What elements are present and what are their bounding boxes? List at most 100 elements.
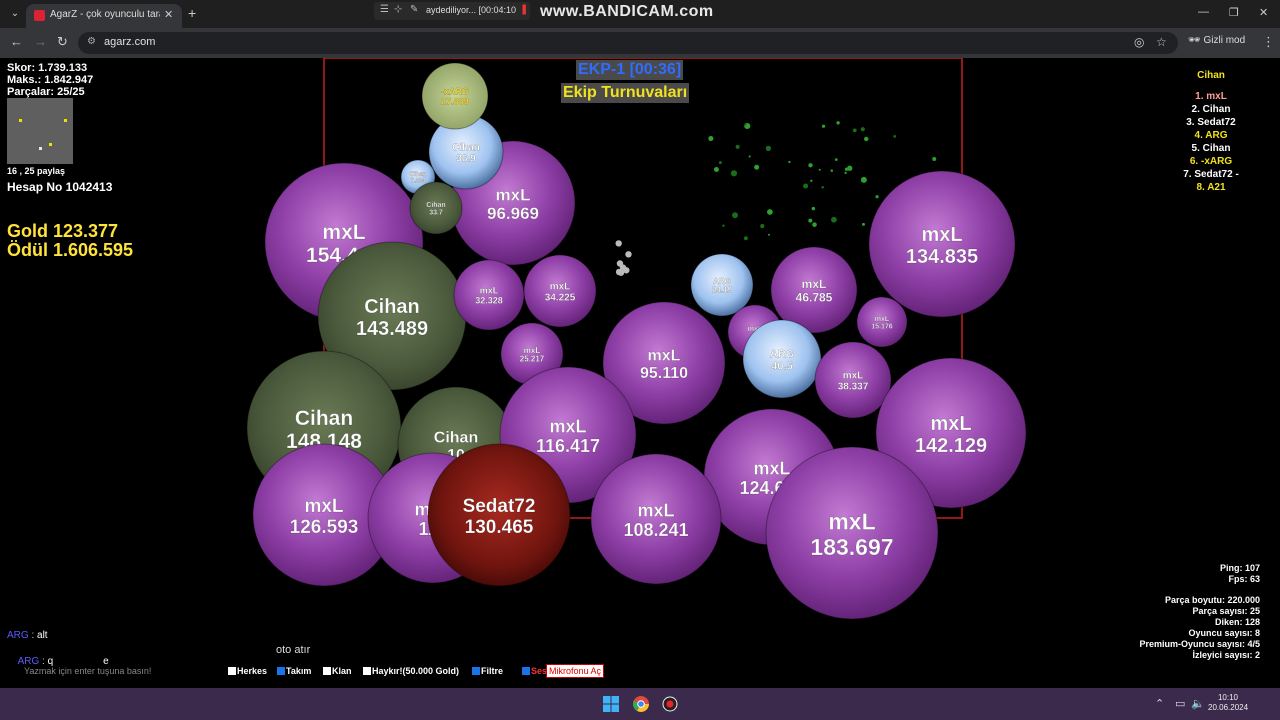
option-takım[interactable]: Takım [277, 666, 311, 676]
minimap[interactable] [7, 98, 73, 164]
recorder-status: aydediliyor... [00:04:10 [426, 5, 517, 15]
leaderboard-row: 1. mxL [1195, 91, 1227, 102]
food-pellet [803, 183, 809, 189]
tray-chevron-icon[interactable]: ⌃ [1155, 697, 1164, 710]
forward-icon[interactable]: → [34, 34, 47, 49]
game-canvas[interactable]: mxL 154.449 Cihan 143.489 mxL 96.969 Cihan 36.9… [0, 58, 1280, 688]
checkbox[interactable] [363, 667, 371, 675]
incognito-badge[interactable]: 🕶 Gizli mod [1188, 35, 1245, 46]
cell-name: mxL [753, 458, 790, 478]
cell-name: mxL [550, 282, 571, 293]
site-info-icon[interactable]: ⚙ [87, 36, 96, 47]
site-favicon-icon [34, 10, 45, 21]
cell-mass: 116.417 [536, 436, 600, 456]
bookmark-star-icon[interactable]: ☆ [1156, 35, 1167, 49]
minimize-icon[interactable]: — [1198, 6, 1209, 18]
browser-menu-icon[interactable]: ⋮ [1262, 34, 1275, 50]
option-klan[interactable]: Klan [323, 666, 352, 676]
reload-icon[interactable]: ↻ [57, 34, 68, 50]
url-text: agarz.com [104, 36, 156, 48]
cell-mass: 27.889 [441, 97, 469, 107]
gold-text: Gold 123.377 [7, 221, 119, 241]
food-pellet [708, 135, 714, 142]
food-pellet [875, 195, 879, 199]
food-pellet [765, 145, 772, 152]
ejected-mass [625, 251, 632, 258]
server-info: Parça boyutu: 220.000 Parça sayısı: 25 D… [1060, 595, 1260, 661]
option-filtre[interactable]: Filtre [472, 666, 503, 676]
food-pellet [744, 123, 747, 126]
restore-icon[interactable]: ❐ [1229, 6, 1239, 19]
checkbox[interactable] [277, 667, 285, 675]
minimap-dot [39, 147, 42, 150]
cell-mass: 126.593 [290, 517, 359, 538]
cell-mass: 130.465 [465, 517, 534, 538]
taskbar: ⌃ ▭ 🔈 10:10 20.06.2024 [0, 688, 1280, 720]
cell-name: Cihan [295, 407, 353, 430]
back-icon[interactable]: ← [10, 34, 23, 49]
bandicam-taskbar-icon[interactable] [662, 696, 678, 712]
cell-name: mxL [480, 286, 499, 296]
new-tab-icon[interactable]: + [188, 5, 196, 21]
close-window-icon[interactable]: ✕ [1259, 6, 1268, 19]
food-pellet [821, 186, 824, 189]
minimap-dot [19, 119, 22, 122]
chat-input[interactable]: Yazmak için enter tuşuna basın! [0, 662, 225, 680]
food-pellet [754, 164, 760, 170]
player-cell: ARG40.5 [742, 319, 822, 399]
eye-off-icon[interactable]: ◎ [1134, 35, 1144, 49]
microphone-button[interactable]: Mikrofonu Aç [546, 664, 605, 678]
food-pellet [847, 165, 853, 171]
option-label: Takım [286, 666, 312, 676]
option-herkes[interactable]: Herkes [228, 666, 267, 676]
cell-name: mxL [304, 496, 343, 517]
network-icon[interactable]: ▭ [1175, 697, 1185, 710]
leaderboard: Cihan 1. mxL 2. Cihan 3. Sedat72 4. ARG 5. C… [1142, 64, 1280, 202]
chrome-icon[interactable] [633, 696, 649, 712]
spikes-text: Diken: 128 [1214, 617, 1260, 627]
url-field[interactable]: ⚙ agarz.com ◎ ☆ [78, 32, 1178, 54]
chat-author: ARG [7, 630, 29, 641]
close-tab-icon[interactable]: ✕ [164, 8, 173, 21]
cell-mass: 108.241 [623, 520, 688, 540]
food-pellet [713, 166, 719, 172]
checkbox[interactable] [522, 667, 530, 675]
auto-fire-text: oto atır [276, 644, 311, 656]
pause-icon[interactable]: ❚ [520, 4, 528, 15]
cell-name: mxL [524, 346, 541, 355]
checkbox[interactable] [323, 667, 331, 675]
option-ses[interactable]: Ses [522, 666, 547, 676]
bandicam-watermark: www.BANDICAM.com [540, 3, 714, 20]
cell-name: mxL [930, 413, 971, 435]
food-pellet [810, 179, 813, 182]
checkbox[interactable] [472, 667, 480, 675]
resize-icon[interactable]: ⊹ [394, 4, 402, 15]
clock[interactable]: 10:10 20.06.2024 [1208, 693, 1248, 713]
cell-name: mxL [648, 348, 681, 365]
player-cell: mxL108.241 [590, 453, 722, 585]
cell-name: mxL [828, 509, 875, 535]
parts-text: Parçalar: 25/25 [7, 86, 85, 98]
option-haykır-50-000-gold[interactable]: Haykır!(50.000 Gold) [363, 666, 459, 676]
browser-tab[interactable]: AgarZ - çok oyunculu tarayıcı o ✕ [26, 4, 182, 28]
game-field[interactable]: mxL154.449Cihan143.489mxL96.969Cihan36.9… [0, 58, 1280, 688]
volume-icon[interactable]: 🔈 [1191, 697, 1205, 710]
player-cell: mxL34.225 [523, 254, 597, 328]
windows-start-icon[interactable] [603, 696, 619, 712]
pen-icon[interactable]: ✎ [410, 4, 418, 15]
leaderboard-row: 8. A21 [1196, 182, 1226, 193]
food-pellet [852, 128, 857, 133]
food-pellet [808, 218, 813, 223]
cell-name: Cihan [434, 430, 478, 447]
tab-search-icon[interactable]: ⌄ [6, 6, 24, 22]
cell-mass: 40.5 [771, 360, 792, 372]
player-cell: -xARG27.889 [421, 62, 489, 130]
food-pellet [767, 233, 771, 236]
menu-icon[interactable]: ☰ [380, 4, 389, 15]
player-cell: mxL183.697 [765, 446, 939, 620]
checkbox[interactable] [228, 667, 236, 675]
option-label: Haykır!(50.000 Gold) [372, 666, 460, 676]
food-pellet [821, 124, 826, 128]
minimap-dot [49, 143, 52, 146]
cell-mass: 7.334 [410, 179, 426, 185]
